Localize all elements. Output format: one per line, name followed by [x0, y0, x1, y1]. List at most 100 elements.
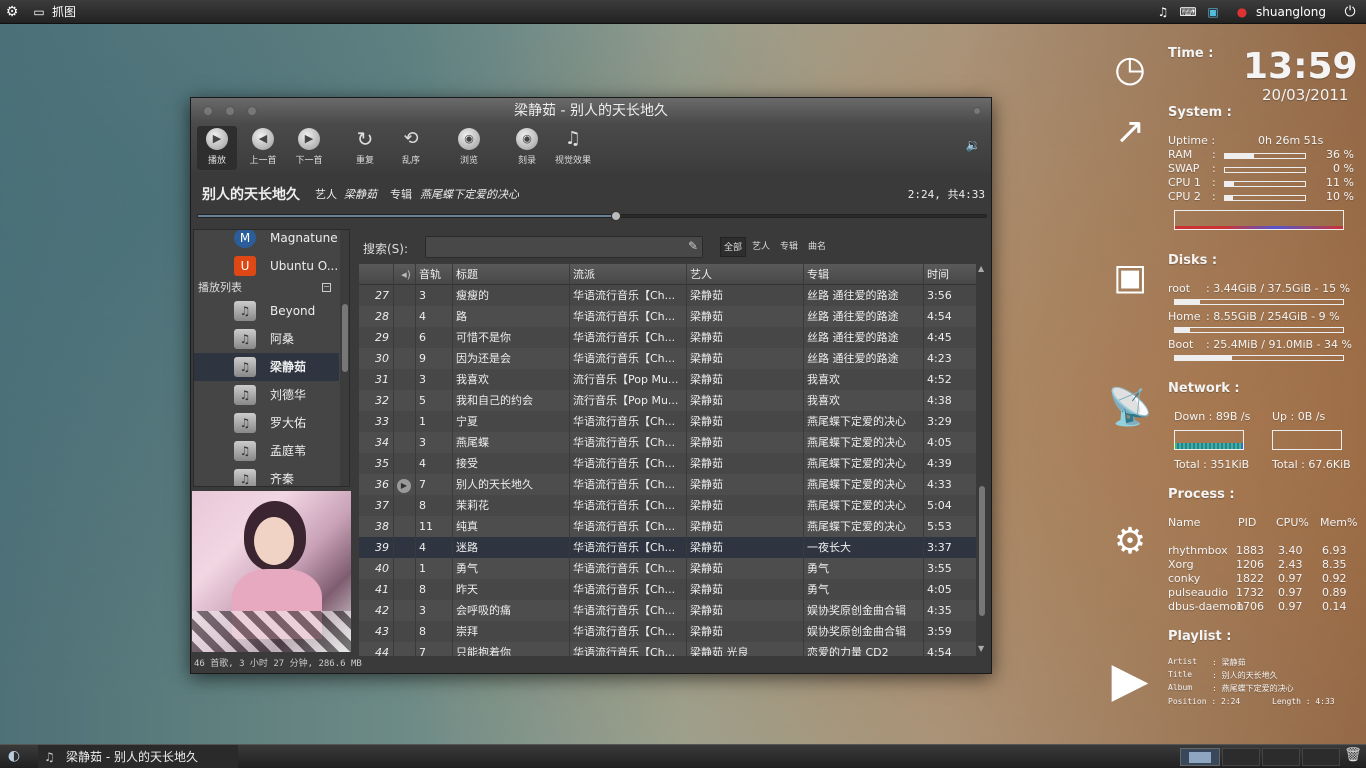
time-label: Time :: [1168, 46, 1214, 61]
scroll-up-icon[interactable]: ▲: [978, 264, 984, 273]
stat-bar-fill: [1225, 196, 1233, 200]
network-antenna-icon: 📡: [1107, 387, 1153, 428]
visual-effects-button[interactable]: ♫ 视觉效果: [551, 126, 595, 170]
show-desktop-icon[interactable]: ◐: [4, 748, 24, 766]
source-item-ubuntu-one[interactable]: U Ubuntu O...: [194, 252, 339, 280]
taskbar-task-label: 梁静茹 - 别人的天长地久: [66, 750, 198, 764]
username-label[interactable]: shuanglong: [1256, 0, 1326, 24]
pager-desktop-3[interactable]: [1262, 748, 1300, 766]
table-row[interactable]: 39 4 迷路 华语流行音乐【Ch... 梁静茹 一夜长大 3:37: [359, 537, 977, 558]
next-button[interactable]: ▶ 下一首: [289, 126, 329, 170]
clear-search-icon[interactable]: ✎: [688, 239, 698, 253]
table-row[interactable]: 28 4 路华语流行音乐【Ch... 梁静茹 丝路 通往爱的路途 4:54: [359, 306, 977, 327]
scroll-down-icon[interactable]: ▼: [978, 644, 984, 653]
pager-desktop-1[interactable]: [1180, 748, 1220, 766]
user-icon[interactable]: ●: [1232, 0, 1252, 24]
taskbar-task-rhythmbox[interactable]: ♫ 梁静茹 - 别人的天长地久: [38, 745, 238, 768]
play-button[interactable]: ▶ 播放: [197, 126, 237, 170]
cell-row-number: 36: [359, 474, 394, 495]
filter-artist-button[interactable]: 艺人: [752, 237, 770, 257]
burn-button[interactable]: ◉ 刻录: [509, 126, 545, 170]
network-manager-icon[interactable]: ▣: [1203, 0, 1223, 24]
table-row[interactable]: 32 5 我和自己的约会 流行音乐【Pop Mu... 梁静茹 我喜欢 4:38: [359, 390, 977, 411]
cell-title: 只能抱着你: [453, 642, 570, 656]
table-row[interactable]: 33 1 宁夏 华语流行音乐【Ch... 梁静茹 燕尾蝶下定爱的决心 3:29: [359, 411, 977, 432]
column-header-artist[interactable]: 艺人: [687, 264, 804, 285]
seek-slider[interactable]: [197, 211, 987, 221]
previous-button[interactable]: ◀ 上一首: [243, 126, 283, 170]
collapse-icon[interactable]: −: [322, 283, 331, 292]
cpu-graph: [1174, 210, 1344, 230]
desktop-icon[interactable]: ▭: [30, 0, 48, 24]
filter-title-button[interactable]: 曲名: [808, 237, 826, 257]
sidebar-scroll-thumb[interactable]: [342, 304, 348, 372]
table-row[interactable]: 29 6 可惜不是你 华语流行音乐【Ch... 梁静茹 丝路 通往爱的路途 4:45: [359, 327, 977, 348]
table-row[interactable]: 35 4 接受 华语流行音乐【Ch... 梁静茹 燕尾蝶下定爱的决心 4:39: [359, 453, 977, 474]
table-row[interactable]: 37 8 茉莉花 华语流行音乐【Ch... 梁静茹 燕尾蝶下定爱的决心 5:04: [359, 495, 977, 516]
playlist-item[interactable]: ♫ 刘德华: [194, 381, 339, 409]
column-header-genre[interactable]: 流派: [570, 264, 687, 285]
playlist-item[interactable]: ♫ 罗大佑: [194, 409, 339, 437]
playlist-item[interactable]: ♫ 孟庭苇: [194, 437, 339, 465]
repeat-button[interactable]: ↻ 重复: [347, 126, 383, 170]
headphones-icon[interactable]: ♫: [1153, 0, 1173, 24]
proc-cpu: 3.40: [1278, 544, 1303, 557]
source-item-magnatune[interactable]: M Magnatune: [194, 230, 339, 252]
table-row[interactable]: 41 8 昨天 华语流行音乐【Ch... 梁静茹 勇气 4:05: [359, 579, 977, 600]
close-button[interactable]: [203, 106, 213, 116]
table-row[interactable]: 38 11 纯真 华语流行音乐【Ch... 梁静茹 燕尾蝶下定爱的决心 5:53: [359, 516, 977, 537]
trash-icon[interactable]: 🗑: [1344, 747, 1362, 767]
minimize-button[interactable]: [225, 106, 235, 116]
shuffle-button[interactable]: ⟲ 乱序: [393, 126, 429, 170]
app-label[interactable]: 抓图: [52, 0, 76, 24]
window-titlebar[interactable]: 梁静茹 - 别人的天长地久: [191, 98, 991, 124]
proc-mem: 6.93: [1322, 544, 1347, 557]
playlist-item[interactable]: ♫ 阿桑: [194, 325, 339, 353]
cell-time: 4:54: [924, 306, 977, 327]
pager-desktop-4[interactable]: [1302, 748, 1340, 766]
browse-button[interactable]: ◉ 浏览: [451, 126, 487, 170]
table-scroll-thumb[interactable]: [979, 486, 985, 616]
table-row[interactable]: 42 3 会呼吸的痛 华语流行音乐【Ch... 梁静茹 娱协奖原创金曲合辑 4:35: [359, 600, 977, 621]
power-icon[interactable]: ⏻: [1340, 0, 1360, 24]
table-row[interactable]: 43 8 崇拜 华语流行音乐【Ch... 梁静茹 娱协奖原创金曲合辑 3:59: [359, 621, 977, 642]
playlist-item[interactable]: ♫ Beyond: [194, 297, 339, 325]
column-header-track[interactable]: 音轨: [416, 264, 453, 285]
table-row[interactable]: 40 1 勇气 华语流行音乐【Ch... 梁静茹 勇气 3:55: [359, 558, 977, 579]
stat-separator: :: [1212, 148, 1216, 161]
table-row[interactable]: 31 3 我喜欢 流行音乐【Pop Mu... 梁静茹 我喜欢 4:52: [359, 369, 977, 390]
maximize-button[interactable]: [247, 106, 257, 116]
keyboard-icon[interactable]: ⌨: [1177, 0, 1199, 24]
pl-position: Position : 2:24: [1168, 697, 1241, 706]
playlist-item[interactable]: ♫ 齐秦: [194, 465, 339, 486]
filter-all-button[interactable]: 全部: [720, 237, 746, 257]
cell-genre: 流行音乐【Pop Mu...: [570, 369, 687, 390]
cell-row-number: 35: [359, 453, 394, 474]
playlist-item-selected[interactable]: ♫ 梁静茹: [194, 353, 339, 381]
column-header-time[interactable]: 时间: [924, 264, 977, 285]
table-row[interactable]: 30 9 因为还是会 华语流行音乐【Ch... 梁静茹 丝路 通往爱的路途 4:23: [359, 348, 977, 369]
table-row[interactable]: 44 7 只能抱着你 华语流行音乐【Ch... 梁静茹 光良 恋爱的力量 CD2 4:54: [359, 642, 977, 656]
table-row[interactable]: 27 3 瘦瘦的 华语流行音乐【Ch... 梁静茹 丝路 通往爱的路途 3:56: [359, 285, 977, 306]
table-scrollbar[interactable]: ▲ ▼: [977, 264, 987, 656]
pager-desktop-2[interactable]: [1222, 748, 1260, 766]
column-header-number[interactable]: [359, 264, 394, 285]
search-input[interactable]: ✎: [425, 236, 703, 258]
window-menu-button[interactable]: [973, 107, 981, 115]
column-header-playing[interactable]: ◂): [394, 264, 416, 285]
column-header-title[interactable]: 标题: [453, 264, 570, 285]
cell-genre: 华语流行音乐【Ch...: [570, 453, 687, 474]
kde-menu-icon[interactable]: ⚙: [2, 0, 22, 24]
cell-row-number: 38: [359, 516, 394, 537]
sidebar-scrollbar[interactable]: [340, 230, 349, 486]
cell-row-number: 41: [359, 579, 394, 600]
proc-cpu: 2.43: [1278, 558, 1303, 571]
column-header-album[interactable]: 专辑: [804, 264, 924, 285]
cell-album: 燕尾蝶下定爱的决心: [804, 432, 924, 453]
table-row[interactable]: 36 ▶ 7 别人的天长地久 华语流行音乐【Ch... 梁静茹 燕尾蝶下定爱的决心 4:33: [359, 474, 977, 495]
table-row[interactable]: 34 3 燕尾蝶 华语流行音乐【Ch... 梁静茹 燕尾蝶下定爱的决心 4:05: [359, 432, 977, 453]
cell-album: 一夜长大: [804, 537, 924, 558]
seek-handle[interactable]: [610, 211, 621, 221]
filter-album-button[interactable]: 专辑: [780, 237, 798, 257]
disk-bar: [1174, 355, 1344, 361]
